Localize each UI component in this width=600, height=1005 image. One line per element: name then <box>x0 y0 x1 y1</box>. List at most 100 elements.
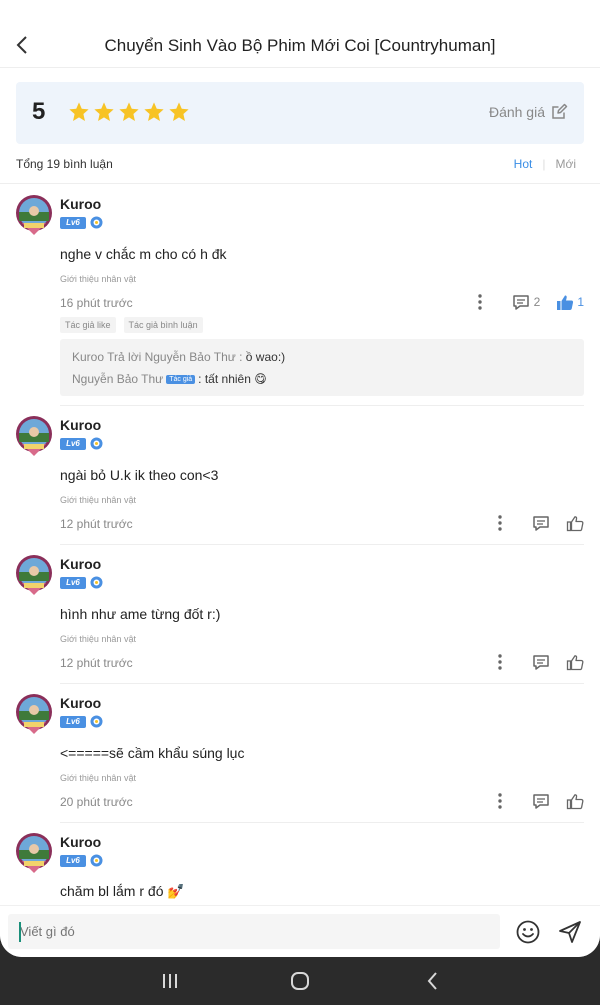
level-badge: Lv6 <box>60 715 86 728</box>
comment-username[interactable]: Kuroo <box>60 834 101 850</box>
comment-divider <box>60 544 584 545</box>
total-comments-label: Tổng 19 bình luận <box>16 157 113 171</box>
comment-time: 20 phút trước <box>60 795 133 809</box>
smile-icon[interactable] <box>515 919 541 945</box>
reply-button[interactable] <box>532 654 550 671</box>
reply-item: Kuroo Trả lời Nguyễn Bảo Thư : ồ wao:) <box>72 350 285 364</box>
comment-time: 12 phút trước <box>60 517 133 531</box>
level-badge: Lv6 <box>60 216 86 229</box>
user-avatar[interactable] <box>14 193 54 237</box>
reply-target: Trả lời Nguyễn Bảo Thư : <box>107 350 243 364</box>
comment-icon <box>512 294 529 310</box>
sort-toggle: Hot | Mới <box>514 157 576 171</box>
comment-text: <=====sẽ cầm khẩu súng lục <box>60 745 245 761</box>
user-badges: Lv6 <box>60 576 103 589</box>
sort-new-tab[interactable]: Mới <box>555 157 576 171</box>
like-button[interactable] <box>566 793 584 810</box>
rating-card: 5 Đánh giá <box>16 82 584 144</box>
app-screen: Chuyển Sinh Vào Bộ Phim Mới Coi [Country… <box>0 0 600 957</box>
send-icon[interactable] <box>557 919 583 945</box>
comment-input[interactable] <box>8 914 500 949</box>
rate-button[interactable]: Đánh giá <box>489 103 568 120</box>
comment-icon <box>533 654 549 670</box>
user-badges: Lv6 <box>60 216 103 229</box>
author-tag-badge: Tác giả <box>166 375 196 384</box>
sort-separator: | <box>542 157 546 171</box>
comment-chapter-tag[interactable]: Giới thiệu nhân vật <box>60 274 136 284</box>
reply-item: Nguyễn Bảo Thư Tác giả: tất nhiên 😋 <box>72 372 267 386</box>
comment-text: nghe v chắc m cho có h đk <box>60 246 227 262</box>
verified-icon <box>90 576 103 589</box>
like-button[interactable] <box>566 515 584 532</box>
reply-text: : tất nhiên 😋 <box>198 372 267 386</box>
verified-icon <box>90 437 103 450</box>
comment-actions <box>490 791 584 811</box>
author-like-chip: Tác giả like <box>60 317 116 333</box>
comment-text: chăm bl lắm r đó 💅 <box>60 883 185 899</box>
reply-author[interactable]: Kuroo <box>72 350 104 364</box>
verified-icon <box>90 216 103 229</box>
star-icon <box>94 102 114 121</box>
star-icon <box>144 102 164 121</box>
comment-username[interactable]: Kuroo <box>60 196 101 212</box>
user-avatar[interactable] <box>14 553 54 597</box>
comment-username[interactable]: Kuroo <box>60 695 101 711</box>
user-badges: Lv6 <box>60 854 103 867</box>
thumbs-up-icon <box>566 654 584 670</box>
back-icon[interactable] <box>423 970 443 992</box>
thumbs-up-icon <box>557 295 574 310</box>
comment-icon <box>533 515 549 531</box>
comment-divider <box>60 822 584 823</box>
replies-box[interactable]: Kuroo Trả lời Nguyễn Bảo Thư : ồ wao:) N… <box>60 339 584 396</box>
level-badge: Lv6 <box>60 437 86 450</box>
comment-icon <box>533 793 549 809</box>
chevron-left-icon <box>16 36 27 54</box>
like-button[interactable] <box>566 654 584 671</box>
more-vertical-icon[interactable] <box>470 292 490 312</box>
comment-actions <box>490 513 584 533</box>
comment-text: hình như ame từng đốt r:) <box>60 606 221 622</box>
author-chips: Tác giả like Tác giả bình luận <box>60 317 203 333</box>
star-icon <box>69 102 89 121</box>
reply-author[interactable]: Nguyễn Bảo Thư <box>72 372 163 386</box>
comment-time: 16 phút trước <box>60 296 133 310</box>
back-button[interactable] <box>10 30 36 60</box>
more-vertical-icon[interactable] <box>490 791 510 811</box>
comment-actions: 2 1 <box>470 292 584 312</box>
system-nav-bar <box>0 957 600 1005</box>
reply-button[interactable] <box>532 793 550 810</box>
verified-icon <box>90 854 103 867</box>
reply-button[interactable] <box>532 515 550 532</box>
sort-hot-tab[interactable]: Hot <box>514 157 533 171</box>
comment-chapter-tag[interactable]: Giới thiệu nhân vật <box>60 495 136 505</box>
reply-button[interactable]: 2 <box>512 294 540 311</box>
like-button[interactable]: 1 <box>556 294 584 311</box>
user-avatar[interactable] <box>14 831 54 875</box>
rating-score: 5 <box>32 98 46 125</box>
comment-username[interactable]: Kuroo <box>60 417 101 433</box>
user-avatar[interactable] <box>14 414 54 458</box>
thumbs-up-icon <box>566 793 584 809</box>
user-avatar[interactable] <box>14 692 54 736</box>
page-title: Chuyển Sinh Vào Bộ Phim Mới Coi [Country… <box>104 36 496 55</box>
comment-actions <box>490 652 584 672</box>
text-caret <box>19 922 21 942</box>
comment-input-bar <box>0 905 600 957</box>
comment-text: ngài bỏ U.k ik theo con<3 <box>60 467 219 483</box>
reply-text: ồ wao:) <box>245 350 286 364</box>
comment-divider <box>60 683 584 684</box>
rating-stars <box>68 101 190 123</box>
home-icon[interactable] <box>290 971 310 991</box>
like-count: 1 <box>577 295 584 309</box>
comment-username[interactable]: Kuroo <box>60 556 101 572</box>
comment-time: 12 phút trước <box>60 656 133 670</box>
edit-icon <box>552 103 568 119</box>
more-vertical-icon[interactable] <box>490 652 510 672</box>
recents-icon[interactable] <box>160 971 180 991</box>
comment-chapter-tag[interactable]: Giới thiệu nhân vật <box>60 634 136 644</box>
comments-summary-bar: Tổng 19 bình luận Hot | Mới <box>0 150 600 184</box>
level-badge: Lv6 <box>60 854 86 867</box>
more-vertical-icon[interactable] <box>490 513 510 533</box>
comment-chapter-tag[interactable]: Giới thiệu nhân vật <box>60 773 136 783</box>
user-badges: Lv6 <box>60 715 103 728</box>
